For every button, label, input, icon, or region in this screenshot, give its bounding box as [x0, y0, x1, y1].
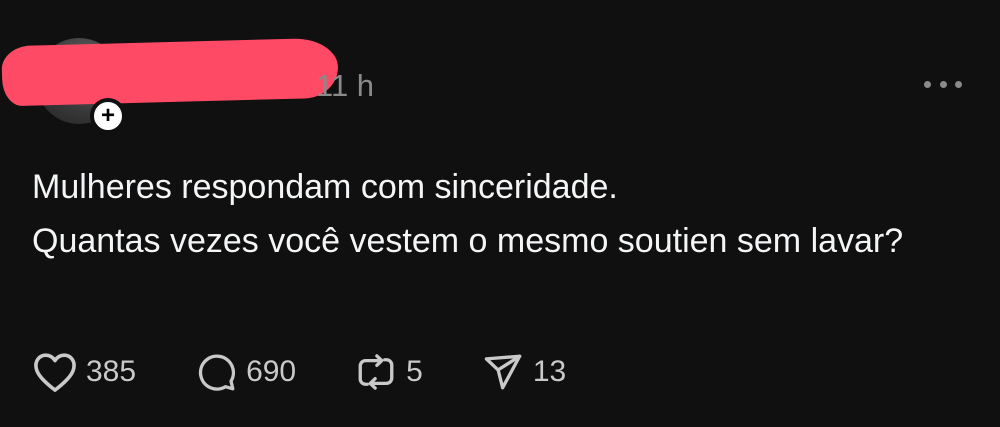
- action-bar: 385 690 5 13: [32, 350, 624, 394]
- more-icon-dot: [939, 80, 947, 88]
- repost-count: 5: [406, 355, 423, 388]
- post-text-line: Quantas vezes você vestem o mesmo soutie…: [32, 222, 904, 260]
- more-icon-dot: [955, 80, 962, 88]
- follow-button[interactable]: +: [90, 98, 126, 134]
- comment-icon: [198, 354, 236, 391]
- post-time: 11 h: [316, 68, 375, 103]
- repost-button[interactable]: 5: [354, 351, 423, 393]
- share-count: 13: [532, 355, 567, 388]
- repost-icon: [358, 354, 394, 390]
- plus-icon: +: [100, 102, 115, 129]
- more-icon-dot: [924, 80, 931, 88]
- post-text-line: Mulheres respondam com sinceridade.: [32, 168, 618, 206]
- heart-icon: [34, 353, 76, 392]
- reply-count: 690: [246, 355, 297, 388]
- like-button[interactable]: 385: [32, 351, 136, 393]
- share-button[interactable]: 13: [481, 351, 566, 393]
- like-count: 385: [86, 355, 137, 388]
- post-text: Mulheres respondam com sinceridade. Quan…: [32, 160, 932, 268]
- reply-button[interactable]: 690: [194, 351, 296, 393]
- more-options-button[interactable]: [924, 74, 962, 94]
- share-icon: [484, 354, 522, 390]
- username[interactable]: [40, 58, 300, 98]
